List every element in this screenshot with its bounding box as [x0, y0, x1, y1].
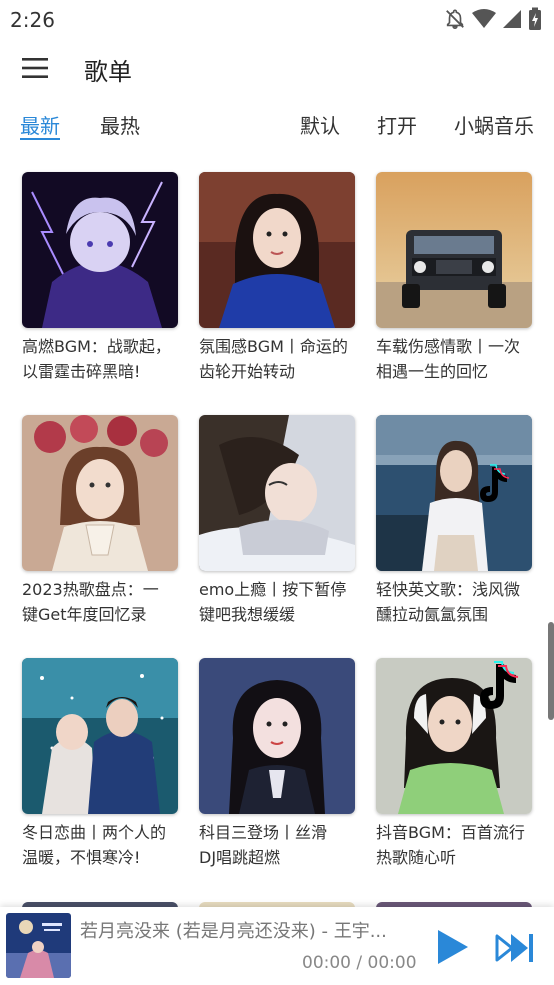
playlist-card[interactable]: 冬日恋曲丨两个人的 温暖，不惧寒冷! — [22, 658, 178, 870]
playlist-title: 轻快英文歌：浅风微 醺拉动氤氲氛围 — [376, 580, 521, 624]
mini-player[interactable]: 若月亮没来 (若是月亮还没来) - 王宇... 00:00 / 00:00 — [0, 907, 554, 985]
playlist-cover[interactable] — [376, 172, 532, 328]
playlist-cover[interactable] — [376, 658, 532, 814]
play-icon[interactable] — [432, 927, 472, 967]
app-bar: 歌单 — [0, 36, 554, 98]
playlist-cover[interactable] — [22, 658, 178, 814]
status-icons — [444, 7, 542, 31]
battery-charging-icon — [529, 7, 541, 30]
playlist-title: 高燃BGM：战歌起， 以雷霆击碎黑暗! — [22, 337, 171, 381]
playlist-card[interactable]: 高燃BGM：战歌起， 以雷霆击碎黑暗! — [22, 172, 178, 384]
playlist-title: 冬日恋曲丨两个人的 温暖，不惧寒冷! — [22, 823, 167, 867]
playlist-cover[interactable] — [199, 415, 355, 571]
now-playing-cover[interactable] — [6, 913, 71, 978]
playlist-cover[interactable] — [199, 658, 355, 814]
playlist-title: 氛围感BGM丨命运的 齿轮开始转动 — [199, 337, 348, 381]
hamburger-menu-icon[interactable] — [14, 48, 56, 88]
playlist-card[interactable]: 科目三登场丨丝滑 DJ唱跳超燃 — [199, 658, 355, 870]
status-time: 2:26 — [10, 8, 55, 32]
notifications-off-icon — [446, 9, 464, 29]
playlist-title: 科目三登场丨丝滑 DJ唱跳超燃 — [199, 823, 328, 867]
playlist-title: 抖音BGM：百首流行 热歌随心听 — [376, 823, 525, 867]
now-playing-title: 若月亮没来 (若是月亮还没来) - 王宇... — [80, 921, 387, 942]
page-title: 歌单 — [84, 58, 132, 86]
playlist-cover[interactable] — [376, 415, 532, 571]
tab-newest[interactable]: 最新 — [20, 110, 60, 139]
tab-default[interactable]: 默认 — [300, 110, 340, 139]
playlist-card[interactable]: 抖音BGM：百首流行 热歌随心听 — [376, 658, 532, 870]
playlist-cover[interactable] — [22, 415, 178, 571]
playlist-card[interactable]: 氛围感BGM丨命运的 齿轮开始转动 — [199, 172, 355, 384]
playlist-title: 2023热歌盘点：一 键Get年度回忆录 — [22, 580, 159, 624]
playlist-card[interactable]: emo上瘾丨按下暂停 键吧我想缓缓 — [199, 415, 355, 627]
playback-time: 00:00 / 00:00 — [302, 953, 417, 973]
playlist-card[interactable]: 轻快英文歌：浅风微 醺拉动氤氲氛围 — [376, 415, 532, 627]
playlist-cover[interactable] — [199, 172, 355, 328]
playlist-card[interactable]: 2023热歌盘点：一 键Get年度回忆录 — [22, 415, 178, 627]
active-tab-indicator — [20, 138, 60, 140]
cell-signal-icon — [503, 10, 521, 28]
next-track-icon[interactable] — [494, 931, 536, 965]
tab-xiaowo-music[interactable]: 小蜗音乐 — [454, 110, 534, 139]
tab-row: 最新 最热 默认 打开 小蜗音乐 — [0, 104, 554, 144]
tab-hottest[interactable]: 最热 — [100, 110, 140, 139]
playlist-card[interactable]: 车载伤感情歌丨一次 相遇一生的回忆 — [376, 172, 532, 384]
playlist-title: 车载伤感情歌丨一次 相遇一生的回忆 — [376, 337, 521, 381]
playlist-cover[interactable] — [22, 172, 178, 328]
tab-open[interactable]: 打开 — [377, 110, 417, 139]
status-bar: 2:26 — [0, 0, 554, 36]
wifi-icon — [472, 9, 496, 28]
scrollbar-thumb[interactable] — [548, 622, 554, 720]
playlist-title: emo上瘾丨按下暂停 键吧我想缓缓 — [199, 580, 347, 624]
